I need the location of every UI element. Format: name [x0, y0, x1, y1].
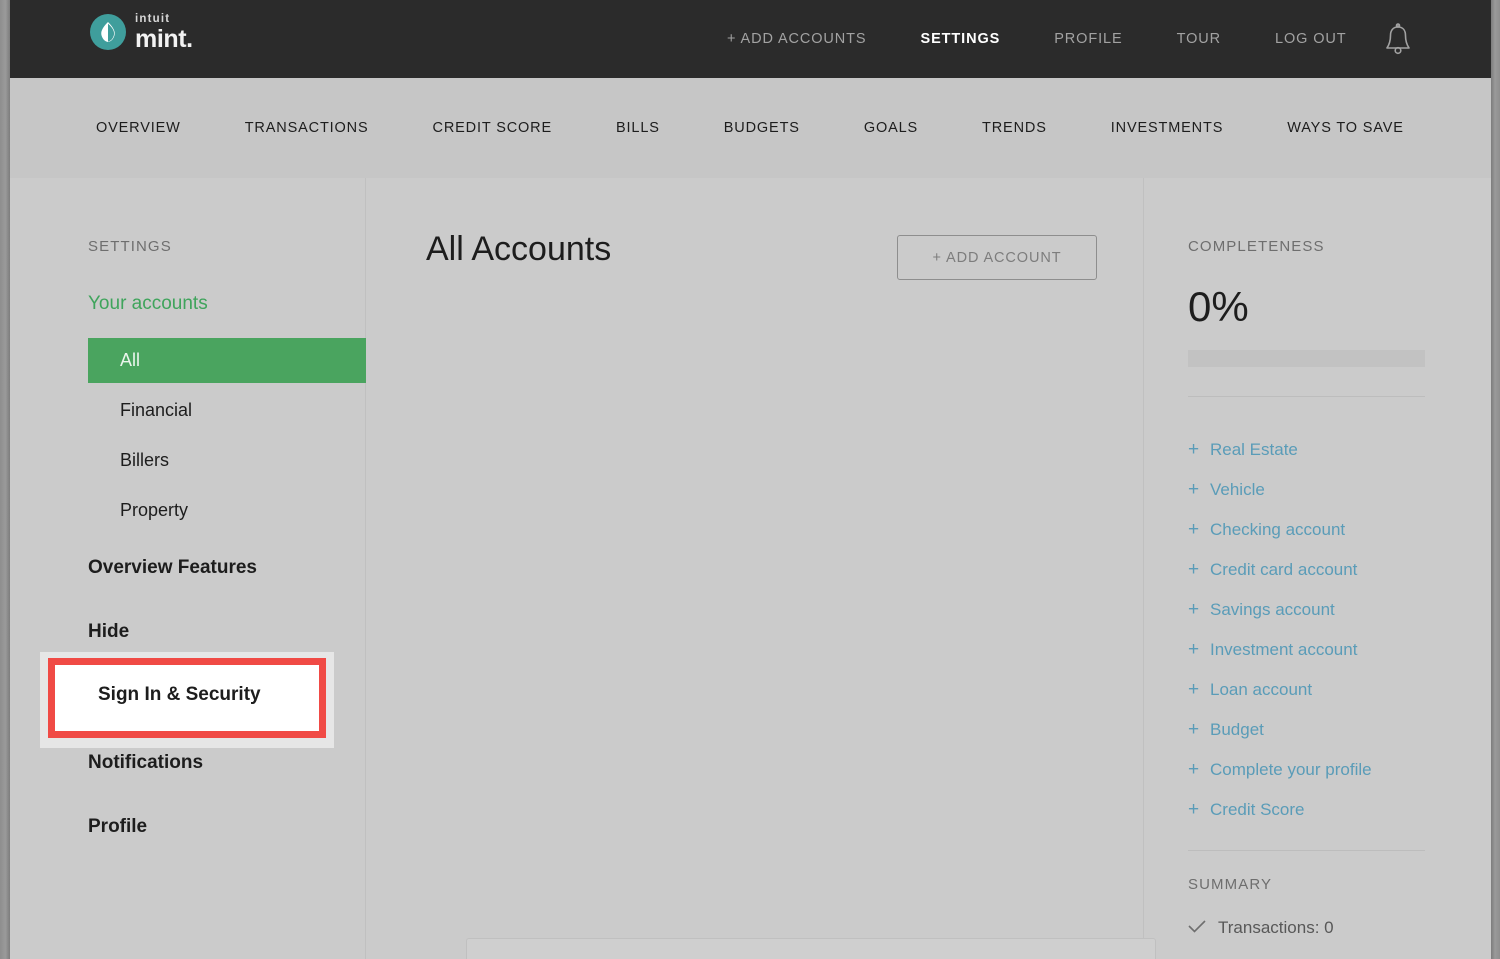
mint-settings-page: intuit mint. + ADD ACCOUNTS SETTINGS PRO… — [0, 0, 1500, 959]
summary-heading: SUMMARY — [1188, 876, 1273, 893]
plus-icon: + — [1188, 719, 1200, 740]
sidebar-group-your-accounts[interactable]: Your accounts — [88, 293, 208, 315]
topnav-item-add-accounts[interactable]: + ADD ACCOUNTS — [700, 31, 894, 47]
subnav-item-bills[interactable]: BILLS — [584, 120, 692, 136]
panel-rule-top — [1188, 396, 1425, 397]
subnav-item-ways-to-save[interactable]: WAYS TO SAVE — [1255, 120, 1436, 136]
subnav-item-trends[interactable]: TRENDS — [950, 120, 1079, 136]
plus-icon: + — [1188, 439, 1200, 460]
mint-text: mint. — [135, 24, 193, 53]
link-label: Real Estate — [1210, 440, 1298, 459]
plus-icon: + — [1188, 759, 1200, 780]
add-link-vehicle[interactable]: + Vehicle — [1188, 470, 1468, 510]
link-label: Checking account — [1210, 520, 1346, 539]
sidebar-item-all-label: All — [120, 350, 141, 370]
plus-icon: + — [1188, 679, 1200, 700]
panel-rule-bottom — [1188, 850, 1425, 851]
subnav-item-credit-score[interactable]: CREDIT SCORE — [401, 120, 585, 136]
top-navigation: + ADD ACCOUNTS SETTINGS PROFILE TOUR LOG… — [700, 0, 1374, 78]
completeness-panel: COMPLETENESS 0% + Real Estate + Vehicle … — [1144, 178, 1491, 959]
bottom-panel-edge — [466, 938, 1156, 959]
summary-row-transactions: Transactions: 0 — [1188, 918, 1334, 938]
plus-icon: + — [1188, 599, 1200, 620]
completeness-heading: COMPLETENESS — [1188, 238, 1325, 255]
completeness-link-list: + Real Estate + Vehicle + Checking accou… — [1188, 430, 1468, 830]
link-label: Savings account — [1210, 600, 1335, 619]
link-label: Budget — [1210, 720, 1264, 739]
secondary-navigation: OVERVIEW TRANSACTIONS CREDIT SCORE BILLS… — [10, 78, 1491, 178]
intuit-text: intuit — [135, 13, 171, 25]
topnav-item-settings[interactable]: SETTINGS — [894, 31, 1028, 47]
add-link-complete-your-profile[interactable]: + Complete your profile — [1188, 750, 1468, 790]
completeness-progress-bar — [1188, 350, 1425, 367]
window-right-edge — [1491, 0, 1500, 959]
plus-icon: + — [1188, 479, 1200, 500]
subnav-item-overview[interactable]: OVERVIEW — [10, 120, 213, 136]
add-link-investment-account[interactable]: + Investment account — [1188, 630, 1468, 670]
plus-icon: + — [1188, 559, 1200, 580]
settings-sidebar: SETTINGS Your accounts All Financial Bil… — [10, 178, 366, 959]
link-label: Loan account — [1210, 680, 1313, 699]
summary-row-label: Transactions: 0 — [1218, 918, 1334, 937]
plus-icon: + — [1188, 639, 1200, 660]
add-account-button[interactable]: + ADD ACCOUNT — [897, 235, 1097, 280]
topnav-item-profile[interactable]: PROFILE — [1027, 31, 1149, 47]
add-link-loan-account[interactable]: + Loan account — [1188, 670, 1468, 710]
completeness-percent: 0% — [1188, 283, 1249, 330]
link-label: Complete your profile — [1210, 760, 1372, 779]
notification-bell-button[interactable] — [1378, 20, 1418, 60]
add-link-savings-account[interactable]: + Savings account — [1188, 590, 1468, 630]
add-link-checking-account[interactable]: + Checking account — [1188, 510, 1468, 550]
mint-leaf-icon — [90, 14, 126, 50]
check-icon — [1188, 918, 1206, 938]
sidebar-item-property[interactable]: Property — [120, 500, 188, 521]
sidebar-item-overview-features[interactable]: Overview Features — [88, 557, 257, 579]
sidebar-item-financial[interactable]: Financial — [120, 400, 192, 421]
add-link-credit-score[interactable]: + Credit Score — [1188, 790, 1468, 830]
sidebar-item-billers[interactable]: Billers — [120, 450, 169, 471]
add-link-budget[interactable]: + Budget — [1188, 710, 1468, 750]
mint-logo[interactable]: intuit mint. — [90, 13, 193, 53]
sidebar-item-all[interactable]: All — [88, 338, 366, 383]
link-label: Credit Score — [1210, 800, 1305, 819]
topnav-item-log-out[interactable]: LOG OUT — [1248, 31, 1374, 47]
subnav-item-investments[interactable]: INVESTMENTS — [1079, 120, 1255, 136]
subnav-item-goals[interactable]: GOALS — [832, 120, 950, 136]
link-label: Credit card account — [1210, 560, 1358, 579]
link-label: Vehicle — [1210, 480, 1265, 499]
add-link-real-estate[interactable]: + Real Estate — [1188, 430, 1468, 470]
subnav-item-budgets[interactable]: BUDGETS — [692, 120, 832, 136]
subnav-item-transactions[interactable]: TRANSACTIONS — [213, 120, 401, 136]
sidebar-item-notifications[interactable]: Notifications — [88, 752, 203, 774]
link-label: Investment account — [1210, 640, 1358, 659]
main-panel: All Accounts + ADD ACCOUNT — [366, 178, 1156, 959]
plus-icon: + — [1188, 519, 1200, 540]
sidebar-item-profile[interactable]: Profile — [88, 816, 147, 838]
content-area: SETTINGS Your accounts All Financial Bil… — [10, 178, 1491, 959]
sidebar-item-sign-in-and-security[interactable]: Sign In & Security — [98, 684, 261, 706]
mint-wordmark: intuit mint. — [135, 13, 193, 53]
top-header-bar: intuit mint. + ADD ACCOUNTS SETTINGS PRO… — [10, 0, 1491, 78]
page-title: All Accounts — [426, 230, 612, 268]
notification-bell-icon — [1386, 23, 1410, 55]
topnav-item-tour[interactable]: TOUR — [1150, 31, 1248, 47]
window-left-edge — [0, 0, 10, 959]
sidebar-item-hide[interactable]: Hide — [88, 621, 129, 643]
plus-icon: + — [1188, 799, 1200, 820]
sidebar-heading: SETTINGS — [88, 238, 172, 255]
add-link-credit-card-account[interactable]: + Credit card account — [1188, 550, 1468, 590]
